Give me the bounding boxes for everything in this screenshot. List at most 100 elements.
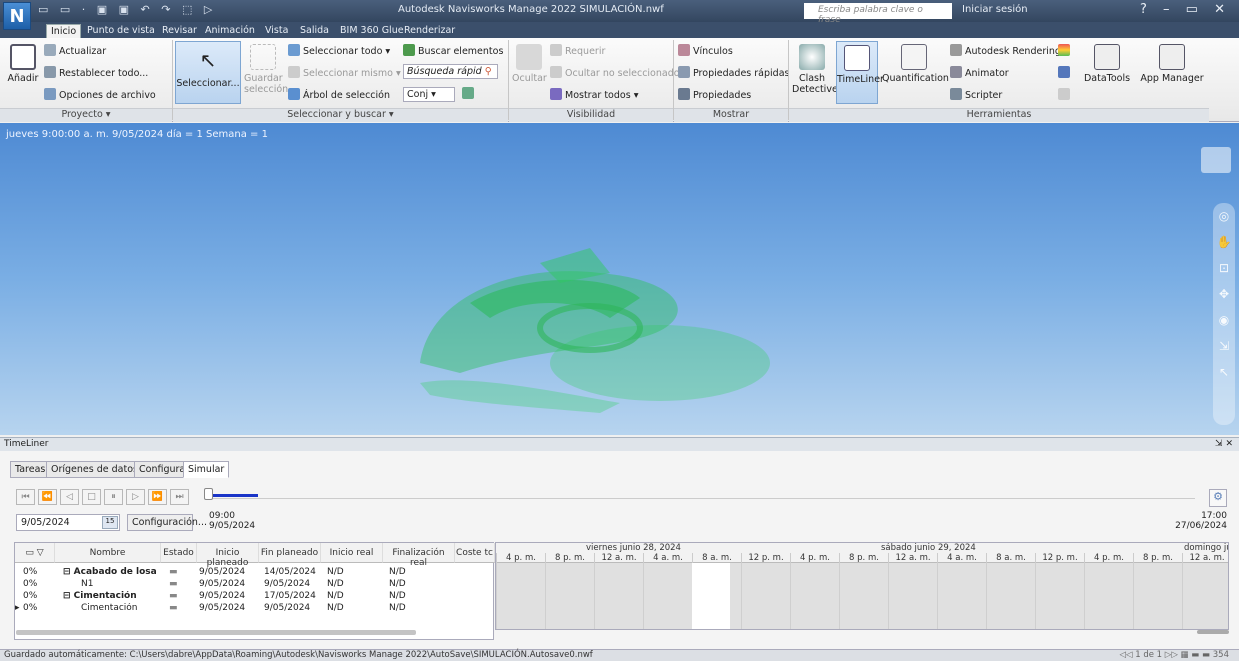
play-icon[interactable]: ▷ [126,489,145,505]
clash-detective-button[interactable]: Clash Detective [792,44,838,95]
subtab-origenes[interactable]: Orígenes de datos [46,461,143,478]
gantt-gridline [1182,563,1183,629]
quick-properties-button[interactable]: Propiedades rápidas [678,66,789,79]
column-header-inicio-real[interactable]: Inicio real [321,543,383,563]
select-all-icon [288,44,300,56]
task-name[interactable]: N1 [81,579,93,590]
links-button[interactable]: Vínculos [678,44,733,57]
quantification-button[interactable]: Quantification [882,44,949,84]
real-start: N/D [327,567,344,577]
quick-access-toolbar[interactable]: ▭ ▭ · ▣ ▣ ↶ ↷ ⬚ ▷ [38,3,216,16]
refresh-button[interactable]: Actualizar [44,44,106,57]
gantt-scrollbar[interactable] [1197,630,1229,634]
save-selection-button[interactable]: Guardar selección [244,44,288,95]
planned-end: 9/05/2024 [264,603,311,613]
properties-button[interactable]: Propiedades [678,88,751,101]
gantt-day-label: viernes junio 28, 2024 [586,543,681,553]
column-header-fin-planeado[interactable]: Fin planeado [259,543,321,563]
file-options-button[interactable]: Opciones de archivo [44,88,156,101]
page-nav-forward-icon[interactable]: ▷▷ ▦ ▬ ▬ [1162,650,1213,660]
panel-proyecto-label[interactable]: Proyecto ▾ [0,108,172,122]
animator-label: Animator [965,68,1009,79]
page-nav-icon[interactable]: ◁◁ [1119,650,1135,660]
column-header-nombre[interactable]: Nombre [55,543,161,563]
scripter-button[interactable]: Scripter [950,88,1002,101]
planned-end: 9/05/2024 [264,579,311,589]
search-input[interactable]: Escriba palabra clave o frase [804,3,952,25]
settings-icon[interactable]: ⚙ [1209,489,1227,507]
window-controls[interactable]: ? – ▭ ✕ [1140,2,1231,17]
timeliner-button[interactable]: TimeLiner [836,41,884,104]
find-items-button[interactable]: Buscar elementos [403,44,503,57]
play-reverse-icon[interactable]: ◁ [60,489,79,505]
sets-dropdown[interactable]: Conj ▾ [403,87,455,102]
go-start-icon[interactable]: ⏮ [16,489,35,505]
show-all-button[interactable]: Mostrar todos ▾ [550,88,638,101]
selection-tree-button[interactable]: Árbol de selección [288,88,390,101]
stop-icon[interactable]: □ [82,489,101,505]
add-label: Añadir [7,73,39,84]
task-name[interactable]: ⊟ Cimentación [63,591,137,602]
step-forward-icon[interactable]: ⏩ [148,489,167,505]
task-table-scrollbar[interactable] [16,630,416,635]
subtab-tareas[interactable]: Tareas [10,461,51,478]
calendar-icon[interactable]: 15 [102,516,118,529]
appearance-icon[interactable] [1058,44,1073,57]
task-name[interactable]: ⊟ Acabado de losa [63,567,157,578]
panel-visibility-label: Visibilidad [509,108,673,122]
autosave-status: Guardado automáticamente: C:\Users\dabre… [4,650,593,660]
column-header-coste[interactable]: Coste tc [455,543,495,563]
tab-vista[interactable]: Vista [261,24,292,38]
sort-icon[interactable] [1058,66,1073,79]
animator-button[interactable]: Animator [950,66,1009,79]
hide-button[interactable]: Ocultar [512,44,547,84]
simulation-slider[interactable] [204,488,1195,500]
step-back-icon[interactable]: ⏪ [38,489,57,505]
signin-link[interactable]: Iniciar sesión [962,4,1028,15]
tab-revisar[interactable]: Revisar [158,24,201,38]
select-same-button[interactable]: Seleccionar mismo ▾ [288,66,401,79]
3d-viewport[interactable]: jueves 9:00:00 a. m. 9/05/2024 día = 1 S… [0,123,1239,435]
quantification-label: Quantification [882,73,949,84]
column-header-estado[interactable]: Estado [161,543,197,563]
tab-inicio[interactable]: Inicio [46,24,82,38]
panel-select-label[interactable]: Seleccionar y buscar ▾ [173,108,508,122]
tab-animacion[interactable]: Animación [201,24,259,38]
go-end-icon[interactable]: ⏭ [170,489,189,505]
tab-punto-de-vista[interactable]: Punto de vista [83,24,159,38]
batch-icon[interactable] [1058,88,1073,101]
tab-renderizar[interactable]: Renderizar [400,24,459,38]
configuration-button[interactable]: Configuración... [127,514,207,531]
task-name[interactable]: Cimentación [81,603,138,614]
select-same-label: Seleccionar mismo [303,68,393,79]
slider-thumb[interactable] [204,488,213,500]
column-header-finalizacion-real[interactable]: Finalización real [383,543,455,568]
task-table[interactable]: ▭ ▽ Nombre Estado Inicio planeado Fin pl… [14,542,495,640]
gantt-time-label: 4 a. m. [643,553,692,563]
select-button[interactable]: ↖ Seleccionar... [175,41,241,104]
close-icon[interactable]: ⇲ ✕ [1215,439,1233,449]
add-button[interactable]: Añadir [6,44,40,84]
app-logo[interactable]: N [3,2,31,30]
gantt-chart[interactable]: viernes junio 28, 2024 sábado junio 29, … [495,542,1229,630]
date-picker[interactable]: 9/05/2024 15 [16,514,120,531]
planned-end: 14/05/2024 [264,567,316,577]
subtab-simular[interactable]: Simular [183,461,230,478]
tab-bim360[interactable]: BIM 360 Glue [336,24,408,38]
column-header-icons[interactable]: ▭ ▽ [15,543,55,563]
require-button[interactable]: Requerir [550,44,605,57]
select-all-button[interactable]: Seleccionar todo ▾ [288,44,390,57]
column-header-inicio-planeado[interactable]: Inicio planeado [197,543,259,568]
sets-manage-icon[interactable] [462,87,477,100]
gantt-gridline [937,563,938,629]
autodesk-rendering-button[interactable]: Autodesk Rendering [950,44,1061,57]
reset-all-button[interactable]: Restablecer todo... [44,66,148,79]
app-manager-button[interactable]: App Manager [1136,44,1208,84]
quick-find-input[interactable]: Búsqueda rápid ⚲ [403,64,498,79]
require-label: Requerir [565,46,606,57]
hide-unselected-button[interactable]: Ocultar no seleccionados [550,66,685,79]
tab-salida[interactable]: Salida [296,24,333,38]
pause-icon[interactable]: ⏸ [104,489,123,505]
gantt-time-label: 12 p. m. [1035,553,1084,563]
datatools-button[interactable]: DataTools [1080,44,1134,84]
